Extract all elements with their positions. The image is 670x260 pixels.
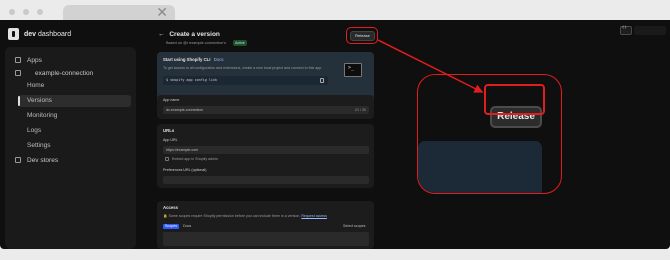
close-icon[interactable]: ✕ — [156, 5, 168, 20]
browser-chrome: ✕ — [0, 0, 670, 20]
window-close-dot[interactable] — [9, 9, 15, 15]
pointer-arrow — [377, 39, 484, 93]
window-maximize-dot[interactable] — [37, 9, 43, 15]
browser-tab[interactable]: ✕ — [63, 5, 175, 20]
bottom-bar — [0, 249, 670, 260]
app-frame: dev dashboard Apps example-connection Ho… — [0, 20, 670, 249]
window-minimize-dot[interactable] — [23, 9, 29, 15]
